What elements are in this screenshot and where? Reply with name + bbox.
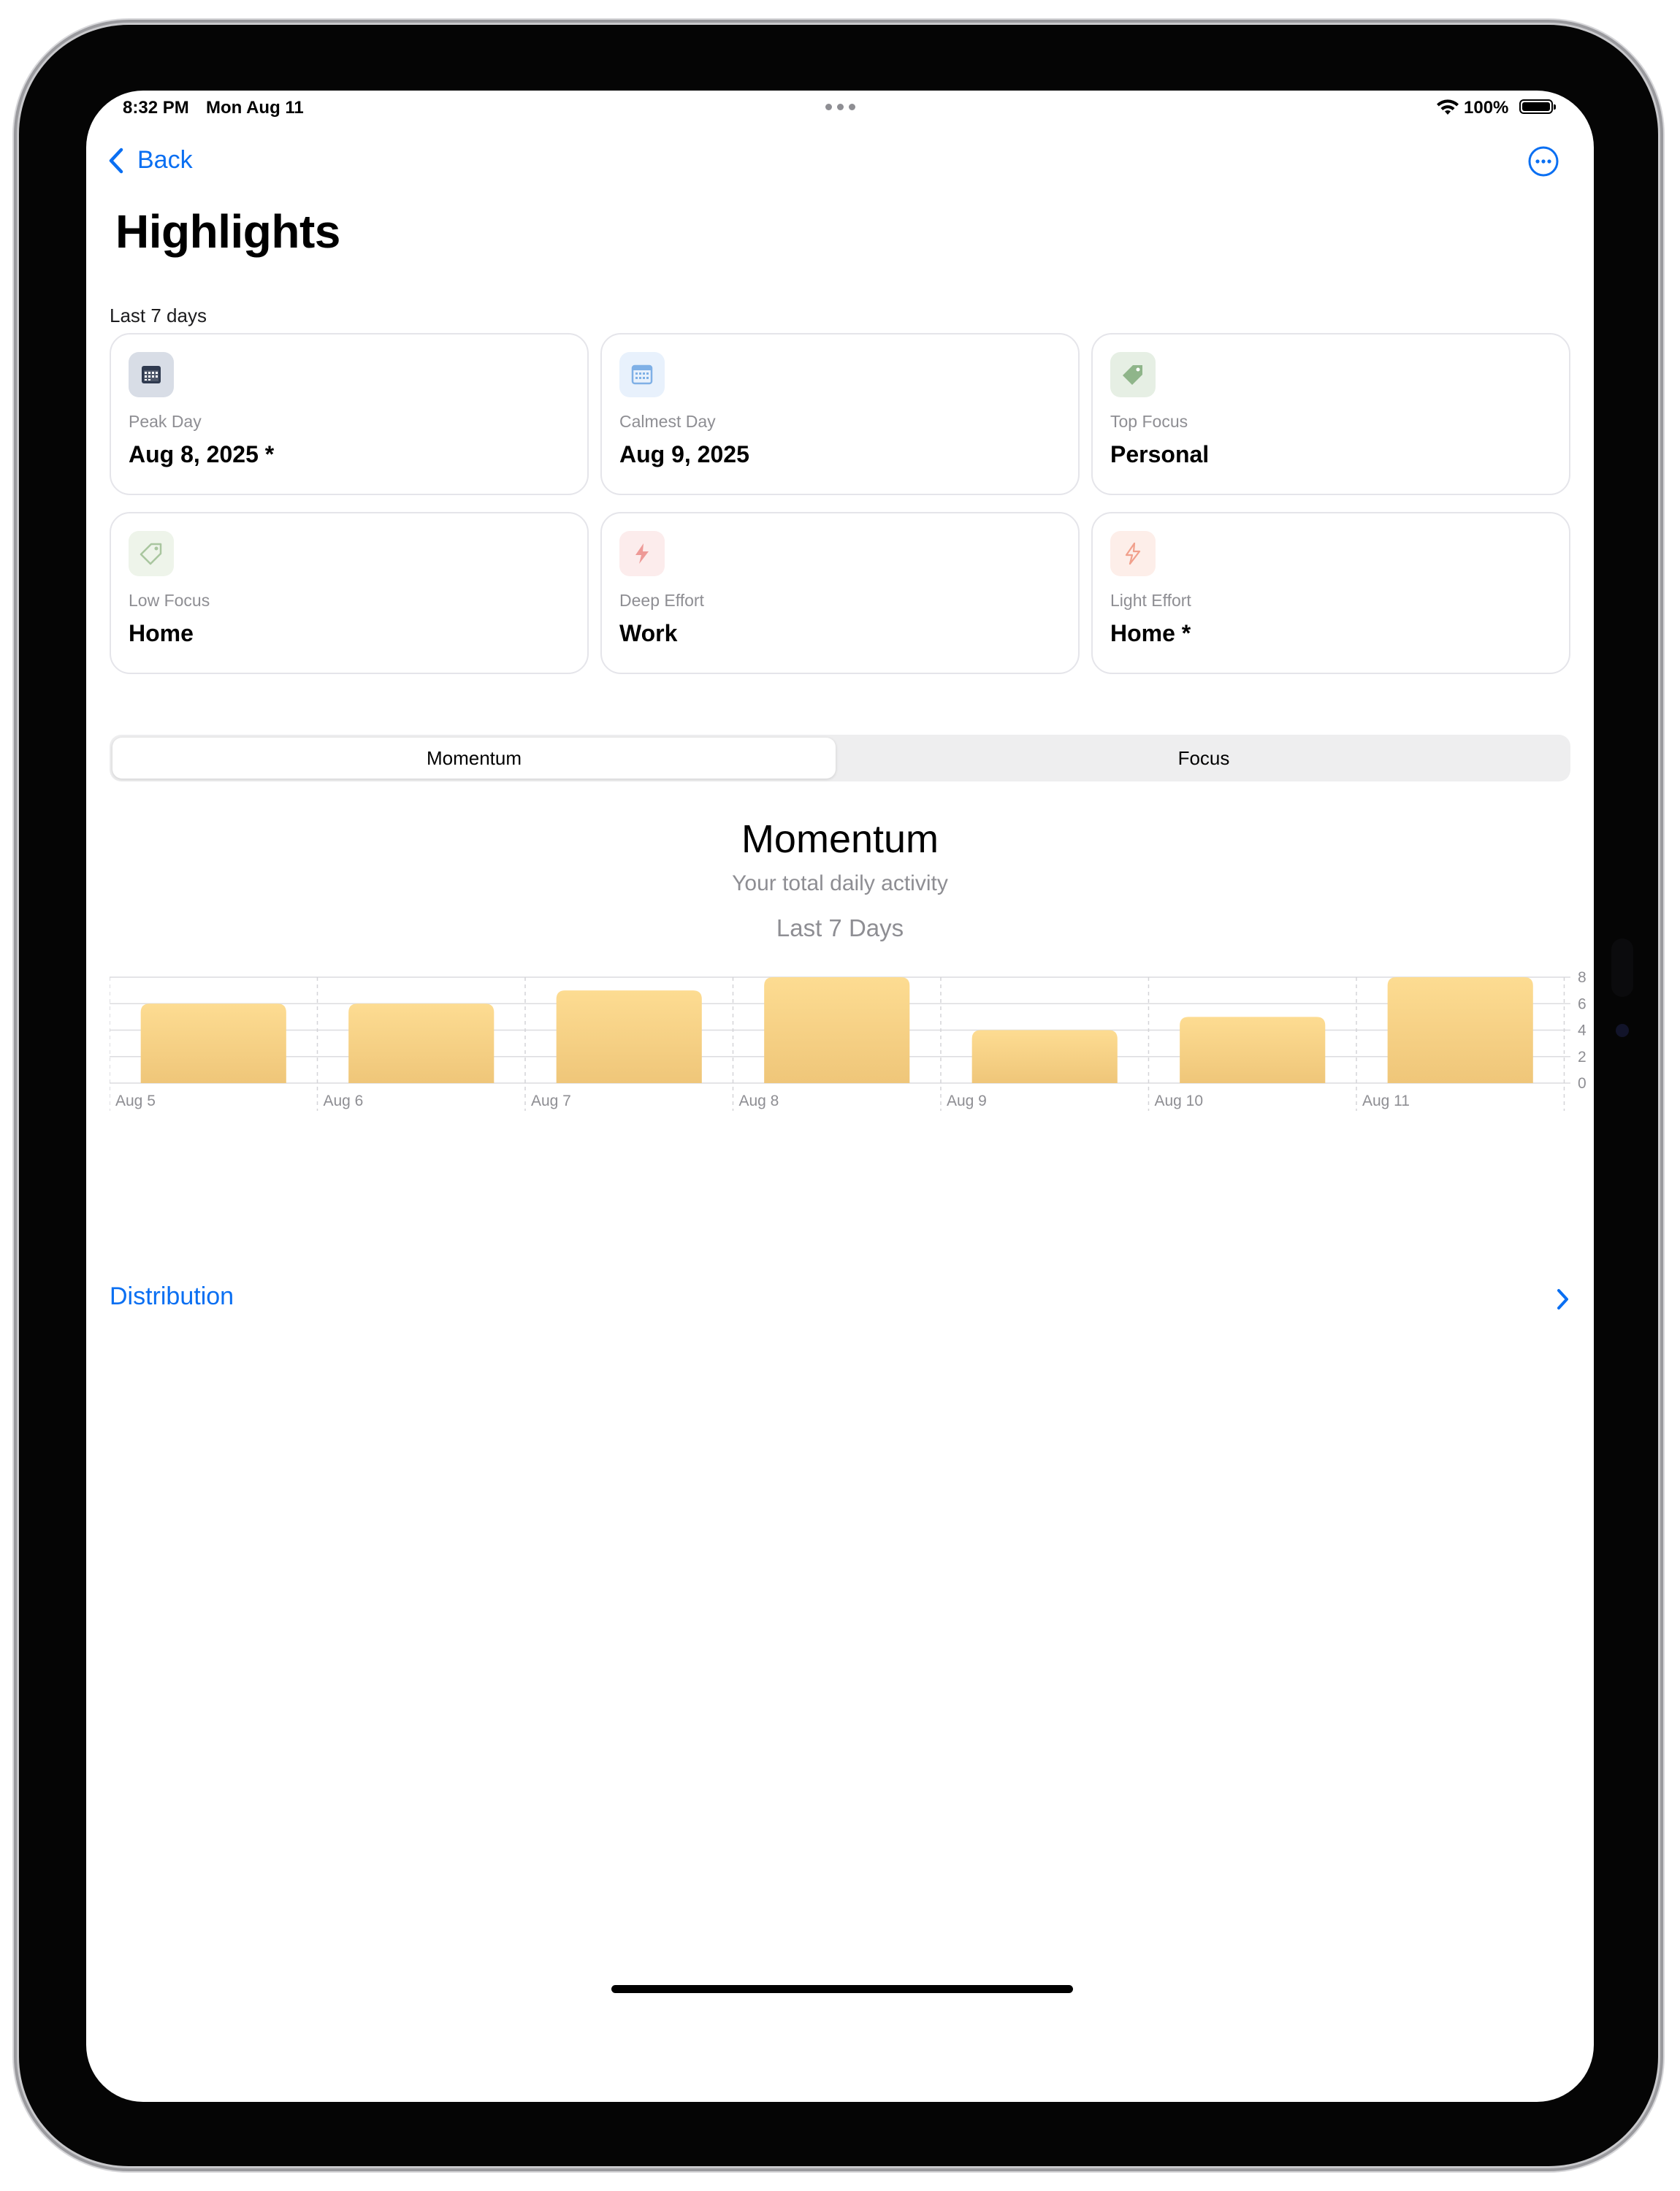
chart-bar: [764, 977, 910, 1083]
y-tick-label: 6: [1578, 995, 1587, 1012]
segment-momentum[interactable]: Momentum: [112, 738, 836, 779]
status-date: Mon Aug 11: [206, 98, 304, 118]
back-label: Back: [137, 146, 193, 174]
chevron-left-icon: [109, 148, 123, 173]
card-label: Light Effort: [1110, 591, 1191, 610]
chart-bar: [140, 1003, 286, 1083]
y-tick-label: 4: [1578, 1022, 1587, 1039]
section-label: Last 7 days: [110, 305, 207, 326]
battery-percentage: 100%: [1464, 98, 1509, 118]
chart-range: Last 7 Days: [776, 914, 904, 941]
segment-focus[interactable]: Focus: [840, 738, 1568, 779]
home-indicator[interactable]: [611, 1985, 1073, 1993]
wifi-icon: [1437, 99, 1459, 115]
segmented-control: Momentum Focus: [110, 735, 1570, 781]
camera-lens: [1616, 1024, 1629, 1037]
page-title: Highlights: [115, 205, 340, 258]
chart-bar: [556, 990, 702, 1083]
chevron-right-icon: [1557, 1289, 1568, 1309]
card-label: Calmest Day: [619, 412, 716, 431]
card-light-effort[interactable]: Light Effort Home *: [1091, 512, 1570, 674]
multitasking-dots-icon[interactable]: [825, 104, 855, 110]
card-value: Aug 9, 2025: [619, 441, 749, 467]
chart-subtitle: Your total daily activity: [732, 871, 948, 895]
volume-down-button: [1658, 261, 1664, 333]
card-low-focus[interactable]: Low Focus Home: [110, 512, 589, 674]
tag-icon: [129, 531, 174, 576]
x-tick-label: Aug 9: [947, 1093, 987, 1109]
card-label: Peak Day: [129, 412, 202, 431]
card-value: Aug 8, 2025 *: [129, 441, 275, 467]
card-label: Low Focus: [129, 591, 210, 610]
distribution-row[interactable]: Distribution: [110, 1274, 1570, 1325]
x-tick-label: Aug 11: [1362, 1093, 1410, 1109]
x-tick-label: Aug 7: [531, 1093, 571, 1109]
card-label: Top Focus: [1110, 412, 1188, 431]
card-top-focus[interactable]: Top Focus Personal: [1091, 333, 1570, 495]
card-peak-day[interactable]: Peak Day Aug 8, 2025 *: [110, 333, 589, 495]
y-tick-label: 0: [1578, 1075, 1587, 1092]
x-tick-label: Aug 8: [738, 1093, 779, 1109]
calendar-icon: [619, 352, 665, 397]
card-value: Home *: [1110, 620, 1191, 646]
status-bar: 8:32 PM Mon Aug 11 100%: [86, 91, 1594, 127]
camera-housing: [1611, 938, 1633, 997]
card-value: Work: [619, 620, 678, 646]
card-deep-effort[interactable]: Deep Effort Work: [600, 512, 1080, 674]
volume-up-button: [1658, 175, 1664, 247]
ellipsis-circle-icon[interactable]: [1528, 146, 1559, 177]
distribution-label: Distribution: [110, 1282, 234, 1310]
screen: 8:32 PM Mon Aug 11 100% Back Highlights …: [86, 91, 1594, 2102]
y-tick-label: 2: [1578, 1049, 1587, 1066]
status-time: 8:32 PM: [123, 98, 189, 118]
x-tick-label: Aug 10: [1154, 1093, 1203, 1109]
card-calmest-day[interactable]: Calmest Day Aug 9, 2025: [600, 333, 1080, 495]
momentum-bar-chart: 0 2 4 6 8 Aug 5 Aug 6 Aug 7 Aug 8 Aug 9 Aug 10 Aug …: [110, 970, 1587, 1111]
tag-icon: [1110, 352, 1156, 397]
back-button[interactable]: Back: [105, 146, 193, 175]
y-tick-label: 8: [1578, 970, 1587, 986]
chart-bar: [348, 1003, 495, 1083]
card-value: Personal: [1110, 441, 1210, 467]
chart-bar: [1387, 977, 1533, 1083]
chart-bar: [971, 1030, 1118, 1083]
battery-icon: [1519, 99, 1556, 114]
x-tick-label: Aug 6: [323, 1093, 363, 1109]
card-value: Home: [129, 620, 194, 646]
x-tick-label: Aug 5: [115, 1093, 156, 1109]
chart-bar: [1180, 1017, 1326, 1083]
chart-title: Momentum: [741, 817, 939, 861]
bolt-icon: [1110, 531, 1156, 576]
card-label: Deep Effort: [619, 591, 704, 610]
bolt-icon: [619, 531, 665, 576]
calendar-icon: [129, 352, 174, 397]
